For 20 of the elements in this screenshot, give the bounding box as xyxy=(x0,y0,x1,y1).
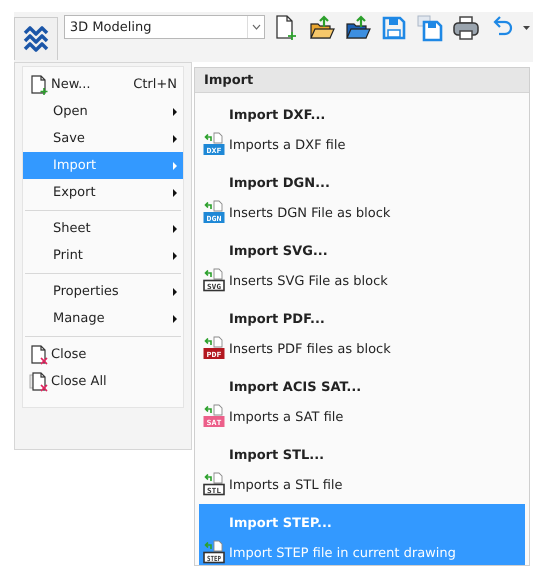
menu-item[interactable]: Save xyxy=(23,125,183,152)
menu-item[interactable]: Print xyxy=(23,242,183,269)
workspace-dropdown[interactable]: 3D Modeling xyxy=(64,15,266,39)
save-as-icon[interactable] xyxy=(416,14,444,42)
menu-item[interactable]: Open xyxy=(23,98,183,125)
menu-item[interactable]: Close All xyxy=(23,368,183,395)
caret-icon[interactable] xyxy=(523,26,530,30)
app-menu-button[interactable] xyxy=(14,17,58,60)
printer-icon[interactable] xyxy=(452,14,480,42)
menu-item[interactable]: Sheet xyxy=(23,215,183,242)
menu-item[interactable]: Export xyxy=(23,179,183,206)
menu-item[interactable]: Manage xyxy=(23,305,183,332)
menu-item[interactable]: Close xyxy=(23,341,183,368)
menu-item[interactable]: New... Ctrl+N xyxy=(23,71,183,98)
menu-item[interactable]: Properties xyxy=(23,278,183,305)
save-icon[interactable] xyxy=(380,14,408,42)
shortcut-text: Ctrl+N xyxy=(133,77,177,92)
submenu-header: Import xyxy=(195,68,529,93)
wave-logo-icon xyxy=(22,25,50,53)
chevron-down-icon xyxy=(252,24,261,30)
